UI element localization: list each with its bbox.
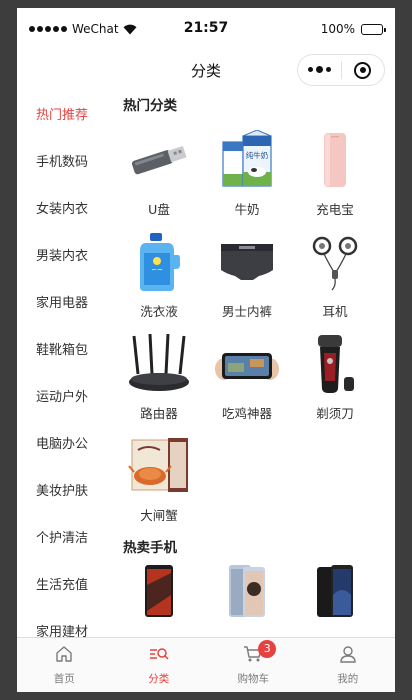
category-label: 剃须刀 xyxy=(316,406,354,421)
category-label: 男士内裤 xyxy=(221,304,272,319)
user-icon xyxy=(339,645,357,667)
phone-product-item[interactable] xyxy=(115,561,203,621)
sidebar-item-recharge[interactable]: 生活充值 xyxy=(17,562,107,609)
sidebar-item-computer[interactable]: 电脑办公 xyxy=(17,421,107,468)
power-bank-icon xyxy=(300,127,370,193)
sidebar-item-shoes-bags[interactable]: 鞋靴箱包 xyxy=(17,327,107,374)
category-sidebar: 热门推荐 手机数码 女装内衣 男装内衣 家用电器 鞋靴箱包 运动户外 电脑办公 … xyxy=(17,92,107,637)
category-item-usb[interactable]: U盘 xyxy=(115,119,203,221)
hot-category-grid: U盘 纯牛奶 牛奶 充电宝 ~~ 洗衣液 男士内裤 耳机 路由器 吃鸡神器 剃须… xyxy=(107,119,395,527)
phone-product-item[interactable] xyxy=(203,561,291,621)
sidebar-item-beauty[interactable]: 美妆护肤 xyxy=(17,468,107,515)
sidebar-item-care[interactable]: 个护清洁 xyxy=(17,515,107,562)
category-item-earphones[interactable]: 耳机 xyxy=(291,221,379,323)
category-item-shaver[interactable]: 剃须刀 xyxy=(291,323,379,425)
more-options-icon[interactable] xyxy=(298,66,341,73)
tab-home[interactable]: 首页 xyxy=(17,638,112,692)
category-item-crab[interactable]: 大闸蟹 xyxy=(115,425,203,527)
sidebar-item-outdoor[interactable]: 运动户外 xyxy=(17,374,107,421)
category-label: 路由器 xyxy=(140,406,178,421)
phone-game-controller-icon xyxy=(212,331,282,397)
tab-profile[interactable]: 我的 xyxy=(301,638,396,692)
shaver-icon xyxy=(300,331,370,397)
mini-program-capsule xyxy=(297,54,385,86)
status-bar: WeChat 21:57 100% xyxy=(17,8,395,48)
phone-image-icon xyxy=(124,565,194,617)
tab-label: 购物车 xyxy=(237,673,270,685)
crab-gift-box-icon xyxy=(124,433,194,499)
category-content: 热门分类 U盘 纯牛奶 牛奶 充电宝 ~~ 洗衣液 男士内裤 耳机 路由器 吃鸡… xyxy=(107,92,395,637)
svg-text:~~: ~~ xyxy=(151,266,163,274)
underwear-icon xyxy=(212,229,282,295)
category-label: 洗衣液 xyxy=(140,304,178,319)
tab-label: 首页 xyxy=(53,673,75,685)
tab-label: 分类 xyxy=(148,673,170,685)
category-item-underwear[interactable]: 男士内裤 xyxy=(203,221,291,323)
phone-image-icon xyxy=(300,565,370,617)
sidebar-item-mens[interactable]: 男装内衣 xyxy=(17,233,107,280)
tab-label: 我的 xyxy=(337,673,359,685)
phone-screen: WeChat 21:57 100% 分类 热门推荐 手机数码 女装内衣 男装内衣… xyxy=(17,8,395,692)
section-title-hot: 热门分类 xyxy=(123,98,177,114)
sidebar-item-hot[interactable]: 热门推荐 xyxy=(17,92,107,139)
close-circle-icon xyxy=(354,61,372,79)
category-label: 大闸蟹 xyxy=(140,508,178,523)
usb-drive-icon xyxy=(124,127,194,193)
category-label: 充电宝 xyxy=(316,202,354,217)
router-icon xyxy=(124,331,194,397)
sidebar-item-building[interactable]: 家用建材 xyxy=(17,609,107,637)
detergent-bottle-icon: ~~ xyxy=(124,229,194,295)
hot-phones-grid xyxy=(107,561,395,621)
milk-carton-icon: 纯牛奶 xyxy=(212,127,282,193)
category-item-milk[interactable]: 纯牛奶 牛奶 xyxy=(203,119,291,221)
category-label: 吃鸡神器 xyxy=(221,406,272,421)
battery-percent: 100% xyxy=(320,22,355,36)
phone-image-icon xyxy=(212,565,282,617)
nav-bar: 分类 xyxy=(17,48,395,92)
milk-carton-text: 纯牛奶 xyxy=(246,150,269,160)
category-item-router[interactable]: 路由器 xyxy=(115,323,203,425)
sidebar-item-appliances[interactable]: 家用电器 xyxy=(17,280,107,327)
category-label: 牛奶 xyxy=(234,202,260,217)
earphones-icon xyxy=(300,229,370,295)
section-title-phones: 热卖手机 xyxy=(123,540,177,556)
phone-product-item[interactable] xyxy=(291,561,379,621)
home-icon xyxy=(55,645,73,667)
bottom-tab-bar: 首页 分类 3 购物车 我的 xyxy=(17,637,395,692)
category-icon xyxy=(149,645,169,667)
category-item-powerbank[interactable]: 充电宝 xyxy=(291,119,379,221)
category-item-detergent[interactable]: ~~ 洗衣液 xyxy=(115,221,203,323)
category-label: 耳机 xyxy=(322,304,348,319)
battery-icon xyxy=(361,23,386,35)
close-mini-program-button[interactable] xyxy=(342,61,385,79)
cart-count-badge: 3 xyxy=(258,640,277,658)
category-label: U盘 xyxy=(148,202,170,217)
tab-category[interactable]: 分类 xyxy=(112,638,207,692)
category-item-game-controller[interactable]: 吃鸡神器 xyxy=(203,323,291,425)
tab-cart[interactable]: 3 购物车 xyxy=(206,638,301,692)
sidebar-item-womens[interactable]: 女装内衣 xyxy=(17,186,107,233)
sidebar-item-digital[interactable]: 手机数码 xyxy=(17,139,107,186)
